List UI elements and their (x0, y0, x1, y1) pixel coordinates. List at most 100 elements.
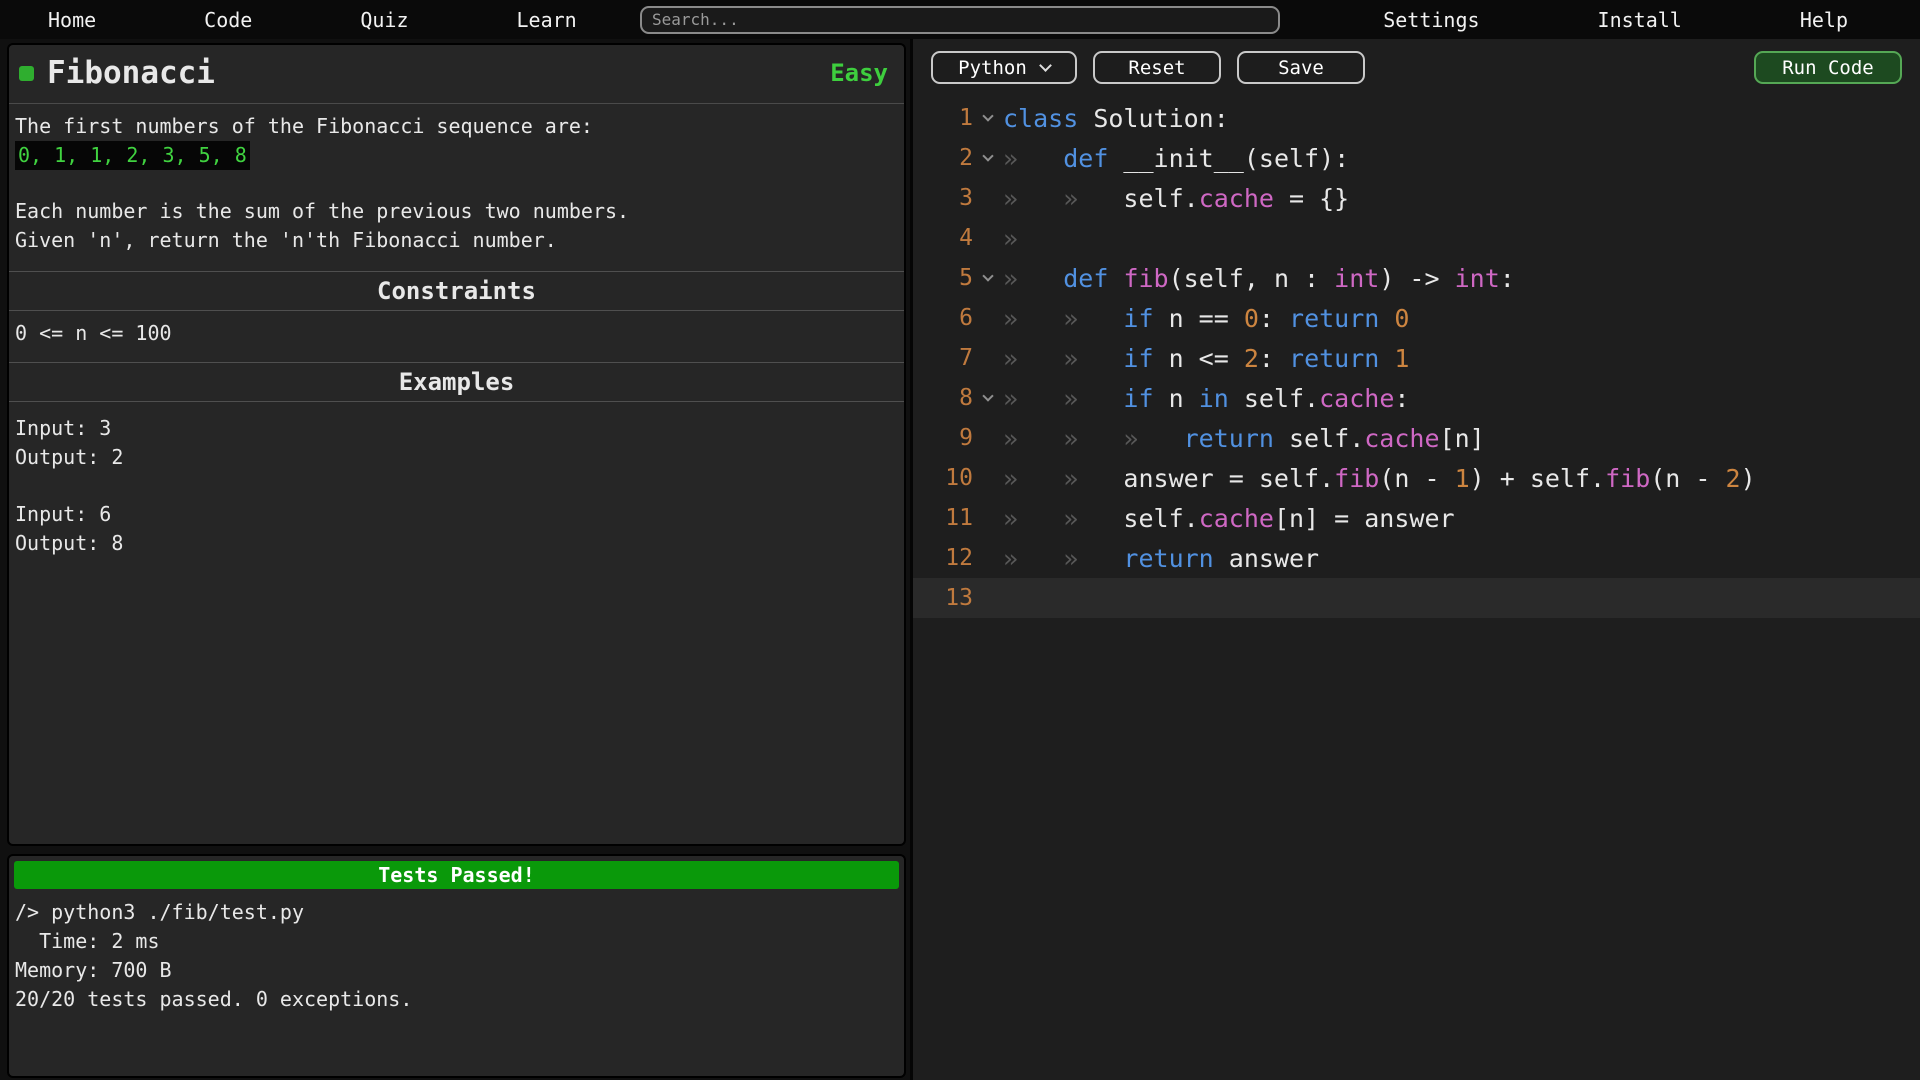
nav-item-learn[interactable]: Learn (517, 8, 577, 32)
code-line[interactable]: 1class Solution: (913, 98, 1920, 138)
description-line: Given 'n', return the 'n'th Fibonacci nu… (15, 226, 898, 255)
code-token: ) (1741, 464, 1756, 493)
code-text: » (1003, 224, 1063, 253)
fold-chevron-icon[interactable] (973, 116, 1003, 120)
code-token: return (1123, 544, 1213, 573)
editor-column: Python Reset Save Run Code 1class Soluti… (910, 39, 1920, 1080)
code-text: » » » return self.cache[n] (1003, 424, 1485, 453)
constraints-body: 0 <= n <= 100 (9, 311, 904, 348)
description-intro: The first numbers of the Fibonacci seque… (15, 112, 898, 141)
indent-guide-icon: » » (1003, 304, 1123, 333)
terminal-line: 20/20 tests passed. 0 exceptions. (15, 985, 898, 1014)
terminal-line: Time: 2 ms (15, 927, 898, 956)
code-token: n (1154, 384, 1199, 413)
code-token: return (1184, 424, 1274, 453)
code-text: » » return answer (1003, 544, 1319, 573)
indent-guide-icon: » » (1003, 544, 1123, 573)
example-input: Input: 3 (15, 414, 898, 443)
code-token: (n - (1650, 464, 1725, 493)
line-number: 11 (913, 505, 973, 531)
constraints-header: Constraints (9, 271, 904, 311)
editor-toolbar: Python Reset Save Run Code (913, 39, 1920, 92)
example-output: Output: 8 (15, 529, 898, 558)
code-token: n <= (1154, 344, 1244, 373)
indent-guide-icon: » » (1003, 344, 1123, 373)
code-token: 2 (1244, 344, 1259, 373)
code-token: : (1394, 384, 1409, 413)
sequence-highlight: 0, 1, 1, 2, 3, 5, 8 (15, 141, 250, 170)
code-token: cache (1319, 384, 1394, 413)
indent-guide-icon: » » (1003, 184, 1123, 213)
code-token: answer (1214, 544, 1319, 573)
code-token: int (1334, 264, 1379, 293)
indent-guide-icon: » (1003, 144, 1063, 173)
examples-body: Input: 3 Output: 2 Input: 6 Output: 8 (9, 402, 904, 558)
code-token: 1 (1394, 344, 1409, 373)
code-token: answer = self. (1123, 464, 1334, 493)
code-line[interactable]: 4» (913, 218, 1920, 258)
reset-button[interactable]: Reset (1093, 51, 1221, 84)
nav-item-home[interactable]: Home (48, 8, 96, 32)
language-select-value: Python (958, 57, 1027, 79)
nav-item-settings[interactable]: Settings (1383, 8, 1479, 32)
difficulty-badge: Easy (830, 59, 890, 87)
code-line[interactable]: 3» » self.cache = {} (913, 178, 1920, 218)
indent-guide-icon: » (1003, 224, 1063, 253)
indent-guide-icon: » » (1003, 384, 1123, 413)
code-token: cache (1364, 424, 1439, 453)
tests-panel: Tests Passed! /> python3 ./fib/test.py T… (7, 854, 906, 1078)
problem-title: Fibonacci (47, 55, 215, 91)
code-text: » » self.cache[n] = answer (1003, 504, 1455, 533)
code-line[interactable]: 11 » » self.cache[n] = answer (913, 498, 1920, 538)
terminal-line: Memory: 700 B (15, 956, 898, 985)
example-output: Output: 2 (15, 443, 898, 472)
code-line[interactable]: 9» » » return self.cache[n] (913, 418, 1920, 458)
code-token (1379, 304, 1394, 333)
code-line[interactable]: 7» » if n <= 2: return 1 (913, 338, 1920, 378)
line-number: 5 (913, 265, 973, 291)
code-token: ) + self. (1470, 464, 1605, 493)
code-token: return (1289, 304, 1379, 333)
nav-item-help[interactable]: Help (1800, 8, 1848, 32)
line-number: 2 (913, 145, 973, 171)
code-text: » def fib(self, n : int) -> int: (1003, 264, 1515, 293)
line-number: 1 (913, 105, 973, 131)
language-select[interactable]: Python (931, 51, 1077, 84)
nav-item-code[interactable]: Code (204, 8, 252, 32)
code-text: » » answer = self.fib(n - 1) + self.fib(… (1003, 464, 1756, 493)
code-token: : (1259, 304, 1289, 333)
code-token: fib (1334, 464, 1379, 493)
problem-header: Fibonacci Easy (9, 45, 904, 104)
code-token: 0 (1244, 304, 1259, 333)
code-token: : (1259, 344, 1289, 373)
test-output-terminal: /> python3 ./fib/test.py Time: 2 ms Memo… (9, 894, 904, 1018)
code-line[interactable]: 10» » answer = self.fib(n - 1) + self.fi… (913, 458, 1920, 498)
code-line[interactable]: 12» » return answer (913, 538, 1920, 578)
fold-chevron-icon[interactable] (973, 396, 1003, 400)
constraint-text: 0 <= n <= 100 (15, 319, 898, 348)
code-line[interactable]: 2 » def __init__(self): (913, 138, 1920, 178)
indent-guide-icon: » » » (1003, 424, 1184, 453)
indent-guide-icon: » (1003, 264, 1063, 293)
code-editor[interactable]: 1class Solution: 2 » def __init__(self): 3»… (913, 92, 1920, 1080)
code-token (1379, 344, 1394, 373)
search-input[interactable] (640, 6, 1280, 34)
code-text: » def __init__(self): (1003, 144, 1349, 173)
fold-chevron-icon[interactable] (973, 276, 1003, 280)
nav-item-install[interactable]: Install (1598, 8, 1682, 32)
code-line-current[interactable]: 13 (913, 578, 1920, 618)
nav-item-quiz[interactable]: Quiz (360, 8, 408, 32)
fold-chevron-icon[interactable] (973, 156, 1003, 160)
line-number: 7 (913, 345, 973, 371)
line-number: 4 (913, 225, 973, 251)
code-line[interactable]: 6» » if n == 0: return 0 (913, 298, 1920, 338)
save-button[interactable]: Save (1237, 51, 1365, 84)
code-line[interactable]: 8» » if n in self.cache: (913, 378, 1920, 418)
code-token: (n - (1379, 464, 1454, 493)
nav-right-group: Settings Install Help (1383, 8, 1920, 32)
run-code-button[interactable]: Run Code (1754, 51, 1902, 84)
code-token: if (1123, 344, 1153, 373)
line-number: 13 (913, 585, 973, 611)
code-line[interactable]: 5 » def fib(self, n : int) -> int: (913, 258, 1920, 298)
code-token: if (1123, 304, 1153, 333)
